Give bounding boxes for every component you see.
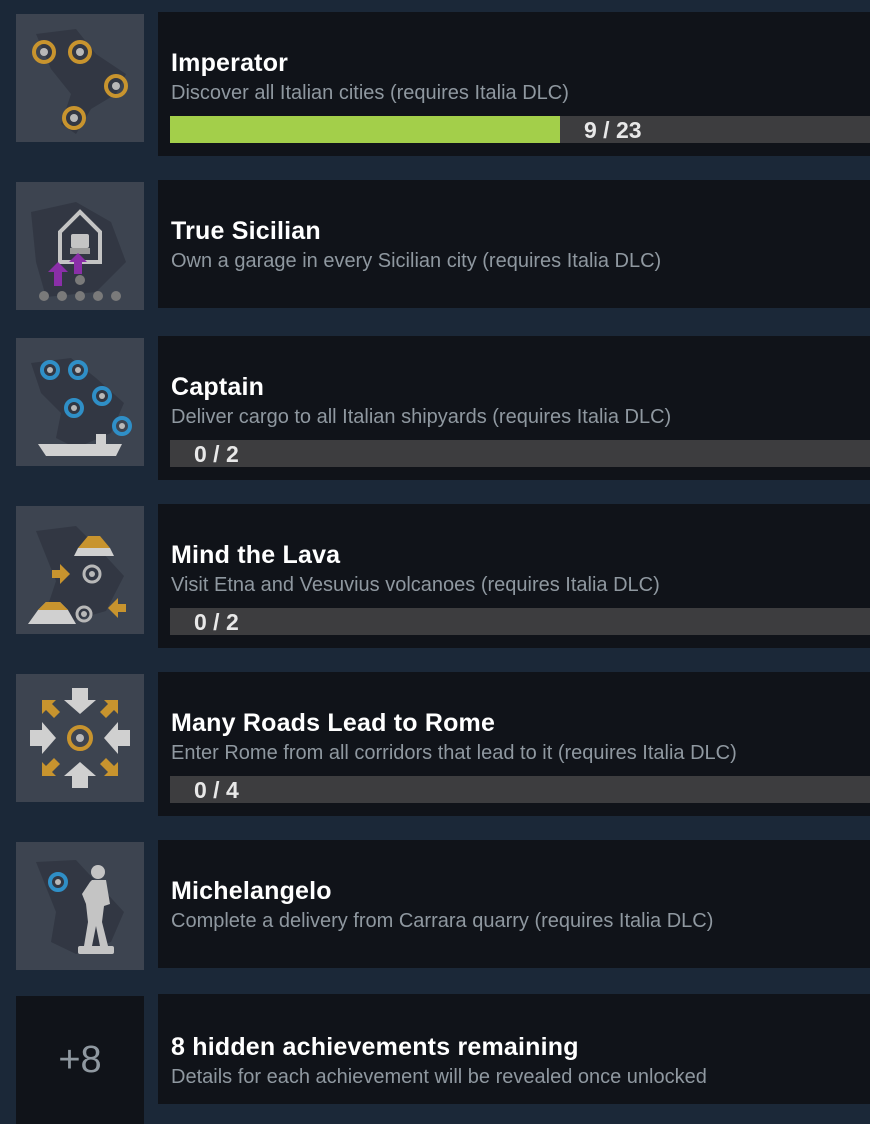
volcano-icon <box>16 506 144 634</box>
achievement-panel: Michelangelo Complete a delivery from Ca… <box>158 840 870 968</box>
achievement-description: Complete a delivery from Carrara quarry … <box>171 910 714 932</box>
achievement-description: Own a garage in every Sicilian city (req… <box>171 250 662 272</box>
achievement-title: Captain <box>171 373 265 401</box>
statue-icon <box>16 842 144 970</box>
achievement-title: True Sicilian <box>171 217 321 245</box>
garage-icon <box>16 182 144 310</box>
achievement-description: Enter Rome from all corridors that lead … <box>171 742 737 764</box>
achievement-title: Mind the Lava <box>171 541 341 569</box>
achievement-panel: 8 hidden achievements remaining Details … <box>158 994 870 1104</box>
achievement-title: Michelangelo <box>171 877 332 905</box>
achievement-panel: Imperator Discover all Italian cities (r… <box>158 12 870 156</box>
shipyard-icon <box>16 338 144 466</box>
progress-text: 9 / 23 <box>584 117 642 143</box>
achievement-panel: Captain Deliver cargo to all Italian shi… <box>158 336 870 480</box>
achievement-description: Discover all Italian cities (requires It… <box>171 82 569 104</box>
progress-fill <box>170 116 560 143</box>
achievement-description: Deliver cargo to all Italian shipyards (… <box>171 406 672 428</box>
progress-text: 0 / 4 <box>194 777 239 803</box>
achievement-title: Many Roads Lead to Rome <box>171 709 496 737</box>
achievement-panel: Many Roads Lead to Rome Enter Rome from … <box>158 672 870 816</box>
achievement-panel: Mind the Lava Visit Etna and Vesuvius vo… <box>158 504 870 648</box>
achievement-panel: True Sicilian Own a garage in every Sici… <box>158 180 870 308</box>
progress-bar: 0 / 2 <box>170 608 870 635</box>
hidden-achievements-description: Details for each achievement will be rev… <box>171 1066 707 1088</box>
achievement-description: Visit Etna and Vesuvius volcanoes (requi… <box>171 574 660 596</box>
hidden-count-box: +8 <box>16 996 144 1124</box>
hidden-count-label: +8 <box>58 1038 102 1081</box>
italy-cities-icon <box>16 14 144 142</box>
progress-bar: 9 / 23 <box>170 116 870 143</box>
achievement-title: Imperator <box>171 49 289 77</box>
hidden-achievements-title: 8 hidden achievements remaining <box>171 1033 579 1061</box>
roads-to-rome-icon <box>16 674 144 802</box>
progress-bar: 0 / 4 <box>170 776 870 803</box>
progress-bar: 0 / 2 <box>170 440 870 467</box>
progress-text: 0 / 2 <box>194 609 239 635</box>
progress-text: 0 / 2 <box>194 441 239 467</box>
